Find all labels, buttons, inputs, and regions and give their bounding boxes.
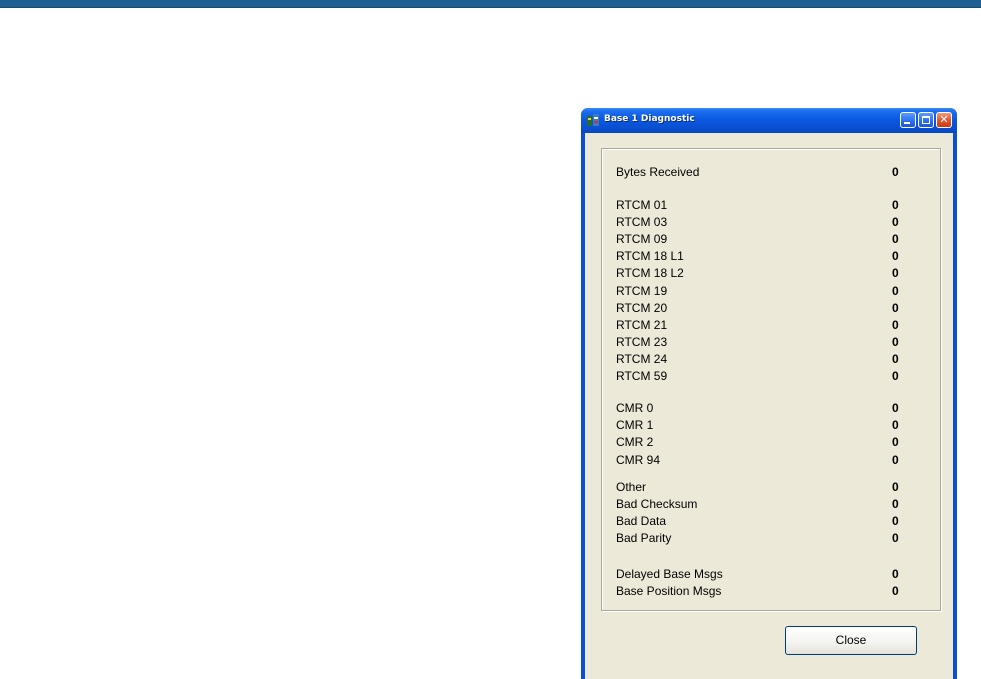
diag-row-bad-parity: Bad Parity 0 bbox=[616, 531, 906, 545]
diag-label: RTCM 18 L2 bbox=[616, 266, 684, 280]
diag-row-rtcm-24: RTCM 24 0 bbox=[616, 352, 906, 366]
diag-value: 0 bbox=[892, 418, 899, 432]
diag-label: RTCM 01 bbox=[616, 198, 668, 212]
diag-value: 0 bbox=[892, 165, 899, 179]
diag-label: CMR 94 bbox=[616, 453, 661, 467]
minimize-icon bbox=[904, 122, 910, 124]
diag-value: 0 bbox=[892, 198, 899, 212]
minimize-button[interactable] bbox=[900, 112, 916, 128]
diag-value: 0 bbox=[892, 335, 899, 349]
diag-value: 0 bbox=[892, 531, 899, 545]
diag-row-other: Other 0 bbox=[616, 480, 906, 494]
diag-value: 0 bbox=[892, 453, 899, 467]
diag-label: RTCM 19 bbox=[616, 284, 668, 298]
diag-label: CMR 2 bbox=[616, 435, 654, 449]
diag-row-base-position-msgs: Base Position Msgs 0 bbox=[616, 584, 906, 598]
diag-value: 0 bbox=[892, 567, 899, 581]
diag-value: 0 bbox=[892, 232, 899, 246]
diag-label: RTCM 03 bbox=[616, 215, 668, 229]
diag-label: Delayed Base Msgs bbox=[616, 567, 723, 581]
diag-row-rtcm-20: RTCM 20 0 bbox=[616, 301, 906, 315]
diag-value: 0 bbox=[892, 497, 899, 511]
diagnostic-window: Base 1 Diagnostic ✕ Bytes Received 0 RTC… bbox=[581, 108, 957, 679]
diag-label: RTCM 23 bbox=[616, 335, 668, 349]
dialog-client-area: Bytes Received 0 RTCM 01 0 RTCM 03 0 RTC… bbox=[585, 133, 953, 679]
diag-row-rtcm-59: RTCM 59 0 bbox=[616, 369, 906, 383]
maximize-icon bbox=[922, 116, 930, 124]
title-bar[interactable]: Base 1 Diagnostic ✕ bbox=[581, 108, 957, 133]
maximize-button[interactable] bbox=[918, 112, 934, 128]
diag-label: Bad Data bbox=[616, 514, 667, 528]
diag-row-cmr-94: CMR 94 0 bbox=[616, 453, 906, 467]
diag-value: 0 bbox=[892, 301, 899, 315]
diag-row-rtcm-18-l1: RTCM 18 L1 0 bbox=[616, 249, 906, 263]
diag-label: Base Position Msgs bbox=[616, 584, 722, 598]
diag-label: CMR 1 bbox=[616, 418, 654, 432]
diag-row-rtcm-23: RTCM 23 0 bbox=[616, 335, 906, 349]
diag-label: RTCM 18 L1 bbox=[616, 249, 684, 263]
diag-value: 0 bbox=[892, 369, 899, 383]
diag-row-bad-data: Bad Data 0 bbox=[616, 514, 906, 528]
diag-label: CMR 0 bbox=[616, 401, 654, 415]
diag-row-rtcm-01: RTCM 01 0 bbox=[616, 198, 906, 212]
close-button[interactable]: Close bbox=[785, 626, 917, 655]
diag-value: 0 bbox=[892, 249, 899, 263]
diag-value: 0 bbox=[892, 401, 899, 415]
diag-label: RTCM 09 bbox=[616, 232, 668, 246]
diag-label: RTCM 21 bbox=[616, 318, 668, 332]
top-header-band bbox=[0, 0, 981, 8]
diag-row-rtcm-03: RTCM 03 0 bbox=[616, 215, 906, 229]
diag-value: 0 bbox=[892, 266, 899, 280]
diag-label: Bad Parity bbox=[616, 531, 672, 545]
diag-row-rtcm-19: RTCM 19 0 bbox=[616, 284, 906, 298]
diag-value: 0 bbox=[892, 514, 899, 528]
app-icon bbox=[587, 114, 599, 126]
diag-label: Other bbox=[616, 480, 647, 494]
diag-label: RTCM 59 bbox=[616, 369, 668, 383]
window-title: Base 1 Diagnostic bbox=[604, 114, 695, 124]
diag-row-rtcm-09: RTCM 09 0 bbox=[616, 232, 906, 246]
diag-value: 0 bbox=[892, 584, 899, 598]
diag-value: 0 bbox=[892, 352, 899, 366]
diag-label: Bytes Received bbox=[616, 165, 700, 179]
diag-label: RTCM 24 bbox=[616, 352, 668, 366]
window-close-button[interactable]: ✕ bbox=[936, 112, 952, 128]
diag-row-cmr-1: CMR 1 0 bbox=[616, 418, 906, 432]
diag-value: 0 bbox=[892, 435, 899, 449]
diag-value: 0 bbox=[892, 480, 899, 494]
diag-value: 0 bbox=[892, 318, 899, 332]
diag-row-bad-checksum: Bad Checksum 0 bbox=[616, 497, 906, 511]
diag-label: Bad Checksum bbox=[616, 497, 698, 511]
diag-row-delayed-base-msgs: Delayed Base Msgs 0 bbox=[616, 567, 906, 581]
close-icon: ✕ bbox=[939, 113, 949, 126]
diag-row-cmr-2: CMR 2 0 bbox=[616, 435, 906, 449]
diag-row-rtcm-18-l2: RTCM 18 L2 0 bbox=[616, 266, 906, 280]
diag-row-cmr-0: CMR 0 0 bbox=[616, 401, 906, 415]
diag-row-rtcm-21: RTCM 21 0 bbox=[616, 318, 906, 332]
diag-label: RTCM 20 bbox=[616, 301, 668, 315]
diag-value: 0 bbox=[892, 215, 899, 229]
diag-row-bytes-received: Bytes Received 0 bbox=[616, 165, 906, 179]
diag-value: 0 bbox=[892, 284, 899, 298]
